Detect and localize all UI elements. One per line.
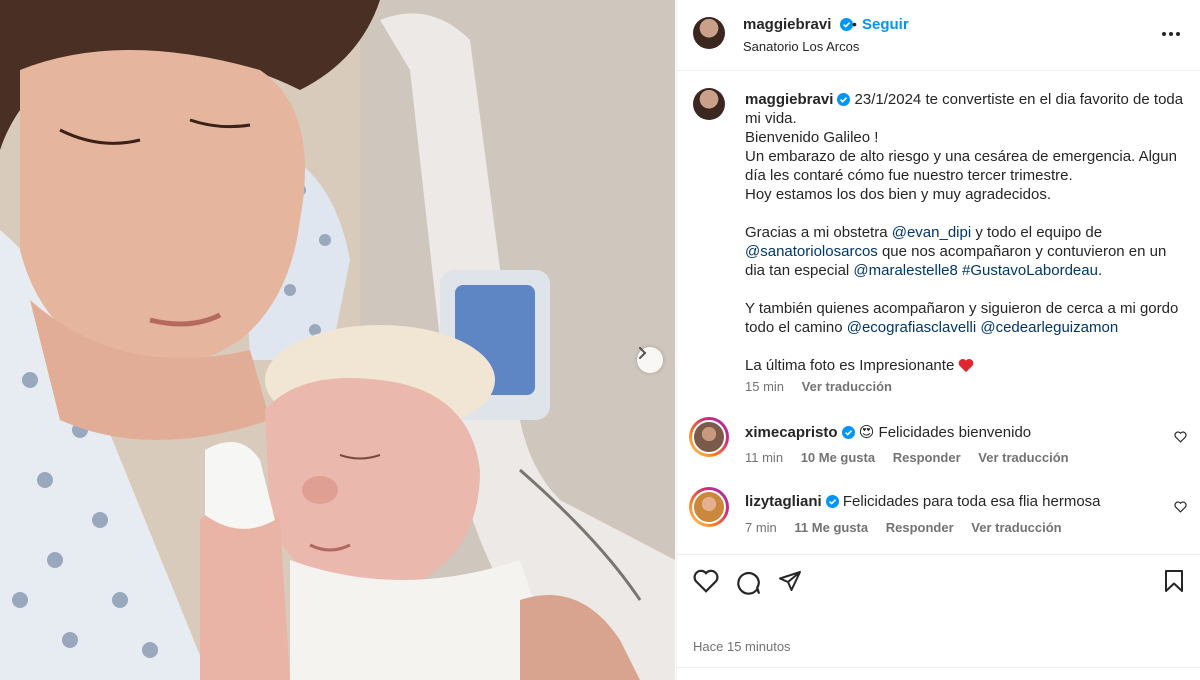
verified-icon bbox=[825, 495, 839, 508]
post-timestamp[interactable]: Hace 15 minutos bbox=[693, 639, 791, 654]
next-photo-button[interactable] bbox=[637, 347, 663, 373]
heart-icon[interactable] bbox=[1174, 501, 1187, 513]
mention-maralestelle8[interactable]: @maralestelle8 bbox=[853, 262, 957, 279]
share-icon[interactable] bbox=[778, 569, 802, 593]
follow-button[interactable]: Seguir bbox=[862, 16, 909, 33]
heart-icon[interactable] bbox=[1174, 431, 1187, 443]
mention-cedearleguizamon[interactable]: @cedearleguizamon bbox=[980, 319, 1118, 336]
heart-eyes-emoji: 😍 bbox=[858, 424, 875, 441]
comment-username[interactable]: ximecapristo bbox=[745, 424, 838, 441]
caption-p2a: Gracias a mi obstetra bbox=[745, 224, 892, 241]
bookmark-icon[interactable] bbox=[1163, 569, 1185, 593]
caption-p2b: y todo el equipo de bbox=[971, 224, 1103, 241]
mention-sanatoriolosarcos[interactable]: @sanatoriolosarcos bbox=[745, 243, 878, 260]
mention-evan-dipi[interactable]: @evan_dipi bbox=[892, 224, 971, 241]
caption-time[interactable]: 15 min bbox=[745, 379, 784, 394]
reply-button[interactable]: Responder bbox=[886, 520, 954, 535]
comment-likes[interactable]: 11 Me gusta bbox=[794, 520, 868, 535]
comment-translate-button[interactable]: Ver traducción bbox=[971, 520, 1061, 535]
caption-translate-button[interactable]: Ver traducción bbox=[802, 379, 892, 394]
caption-p4: La última foto es Impresionante bbox=[745, 357, 959, 374]
post-side-panel: maggiebravi • Seguir Sanatorio Los Arcos… bbox=[676, 0, 1200, 680]
comment-likes[interactable]: 10 Me gusta bbox=[801, 450, 875, 465]
comment-avatar[interactable] bbox=[689, 417, 729, 457]
avatar[interactable] bbox=[693, 17, 725, 49]
username-text[interactable]: maggiebravi bbox=[743, 16, 831, 33]
comment-username[interactable]: lizytagliani bbox=[745, 493, 822, 510]
mention-ecografiasclavelli[interactable]: @ecografiasclavelli bbox=[847, 319, 976, 336]
comment-avatar[interactable] bbox=[689, 487, 729, 527]
comment-meta: 11 min 10 Me gusta Responder Ver traducc… bbox=[745, 450, 1083, 465]
separator-dot: • bbox=[852, 16, 857, 32]
comment-meta: 7 min 11 Me gusta Responder Ver traducci… bbox=[745, 520, 1076, 535]
post-photo bbox=[0, 0, 675, 680]
red-heart-emoji-icon bbox=[959, 359, 974, 373]
caption-line3: Un embarazo de alto riesgo y una cesárea… bbox=[745, 148, 1177, 184]
photo-illustration bbox=[0, 0, 675, 680]
verified-icon bbox=[841, 426, 855, 439]
header-username[interactable]: maggiebravi bbox=[743, 16, 853, 33]
divider bbox=[677, 667, 1200, 668]
next-arrow-icon bbox=[639, 347, 647, 359]
action-bar bbox=[677, 554, 1200, 614]
caption-line4: Hoy estamos los dos bien y muy agradecid… bbox=[745, 186, 1051, 203]
comment-text: lizytagliani Felicidades para toda esa f… bbox=[745, 493, 1101, 510]
reply-button[interactable]: Responder bbox=[893, 450, 961, 465]
caption-p2-end: . bbox=[1097, 262, 1103, 279]
caption-username[interactable]: maggiebravi bbox=[745, 91, 833, 108]
comment-translate-button[interactable]: Ver traducción bbox=[978, 450, 1068, 465]
verified-icon bbox=[837, 93, 851, 106]
more-icon[interactable] bbox=[1162, 32, 1180, 36]
caption-line2: Bienvenido Galileo ! bbox=[745, 129, 879, 146]
hashtag-gustavolabordeau[interactable]: #GustavoLabordeau bbox=[962, 262, 1098, 279]
caption-text: maggiebravi 23/1/2024 te convertiste en … bbox=[745, 90, 1185, 375]
comment-time[interactable]: 11 min bbox=[745, 450, 783, 465]
verified-icon bbox=[839, 18, 853, 31]
location-link[interactable]: Sanatorio Los Arcos bbox=[743, 39, 859, 54]
comment-body: Felicidades para toda esa flia hermosa bbox=[842, 493, 1101, 510]
comment-time[interactable]: 7 min bbox=[745, 520, 777, 535]
like-heart-icon[interactable] bbox=[693, 569, 719, 593]
caption-meta: 15 min Ver traducción bbox=[745, 379, 906, 394]
comment-text: ximecapristo 😍 Felicidades bienvenido bbox=[745, 423, 1031, 441]
comment-icon[interactable] bbox=[735, 569, 761, 595]
comment-body: Felicidades bienvenido bbox=[878, 424, 1032, 441]
caption-avatar[interactable] bbox=[693, 88, 725, 120]
post-header: maggiebravi • Seguir Sanatorio Los Arcos bbox=[677, 0, 1200, 71]
